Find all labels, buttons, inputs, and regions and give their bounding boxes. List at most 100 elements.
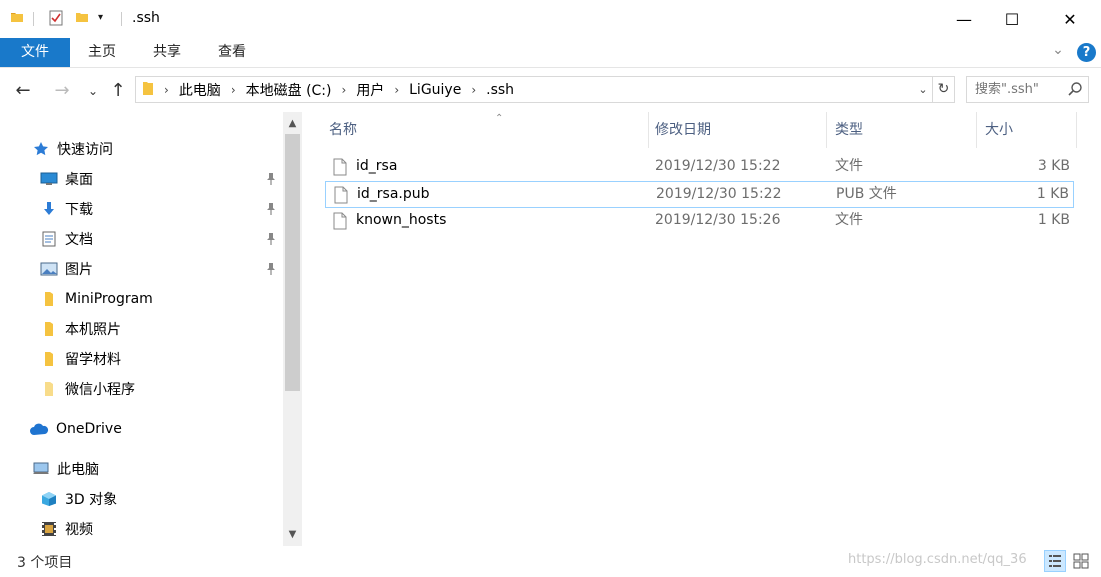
file-date: 2019/12/30 15:22 xyxy=(655,158,781,174)
breadcrumb-separator[interactable]: › xyxy=(394,83,399,97)
sidebar-item-this-pc[interactable]: 此电脑 xyxy=(0,455,283,483)
refresh-button[interactable]: ↻ xyxy=(932,77,954,102)
navigation-scrollbar[interactable]: ▲ ▼ xyxy=(283,112,302,546)
title-divider xyxy=(121,12,122,26)
file-name: id_rsa xyxy=(356,158,398,174)
status-bar: 3 个项目 https://blog.csdn.net/qq_36 xyxy=(0,546,1101,577)
back-button[interactable]: ← xyxy=(12,80,34,102)
sidebar-item-label: 本机照片 xyxy=(65,322,121,338)
breadcrumb-separator[interactable]: › xyxy=(342,83,347,97)
sidebar-item-documents[interactable]: 文档 xyxy=(0,225,283,253)
folder-icon xyxy=(40,291,58,307)
sidebar-item-study-abroad[interactable]: 留学材料 xyxy=(0,345,283,373)
address-bar[interactable]: › 此电脑 › 本地磁盘 (C:) › 用户 › LiGuiye › .ssh … xyxy=(135,76,955,103)
sidebar-item-label: 此电脑 xyxy=(57,462,99,478)
breadcrumb-liguiye[interactable]: LiGuiye xyxy=(409,82,461,98)
pin-icon[interactable] xyxy=(265,172,277,186)
tab-home[interactable]: 主页 xyxy=(70,38,134,67)
breadcrumb-separator[interactable]: › xyxy=(471,83,476,97)
scroll-up-icon[interactable]: ▲ xyxy=(283,114,302,133)
sidebar-item-onedrive[interactable]: OneDrive xyxy=(0,415,283,443)
sidebar-item-desktop[interactable]: 桌面 xyxy=(0,165,283,193)
navigation-pane: 快速访问 桌面 下载 文档 图片 MiniProgram 本机照片 留学材料 微… xyxy=(0,112,303,546)
tab-view[interactable]: 查看 xyxy=(200,38,264,67)
navigation-bar: ← → ⌄ ↑ › 此电脑 › 本地磁盘 (C:) › 用户 › LiGuiye… xyxy=(0,68,1101,112)
sidebar-item-videos[interactable]: 视频 xyxy=(0,515,283,543)
sidebar-item-downloads[interactable]: 下载 xyxy=(0,195,283,223)
sidebar-item-label: 文档 xyxy=(65,232,93,248)
search-input[interactable] xyxy=(967,77,1067,102)
forward-button[interactable]: → xyxy=(51,80,73,102)
item-count: 3 个项目 xyxy=(17,555,73,571)
details-view-button[interactable] xyxy=(1044,550,1066,572)
file-row-id-rsa[interactable]: id_rsa 2019/12/30 15:22 文件 3 KB xyxy=(325,154,1074,181)
column-header-type[interactable]: 类型 xyxy=(827,112,977,148)
file-type: 文件 xyxy=(835,158,863,174)
maximize-button[interactable]: ☐ xyxy=(989,0,1035,38)
pin-icon[interactable] xyxy=(265,232,277,246)
minimize-button[interactable]: — xyxy=(941,0,987,38)
breadcrumb-ssh[interactable]: .ssh xyxy=(486,82,514,98)
column-header-size[interactable]: 大小 xyxy=(977,112,1077,148)
file-icon xyxy=(334,186,348,203)
customize-toolbar-icon[interactable]: ▾ xyxy=(98,12,103,23)
address-dropdown-button[interactable]: ⌄ xyxy=(914,79,932,100)
help-button[interactable]: ? xyxy=(1077,43,1096,62)
watermark-text: https://blog.csdn.net/qq_36 xyxy=(848,552,1027,567)
file-icon xyxy=(333,158,347,175)
pin-icon[interactable] xyxy=(265,262,277,276)
search-box[interactable] xyxy=(966,76,1089,103)
tab-file[interactable]: 文件 xyxy=(0,38,70,67)
expand-ribbon-icon[interactable]: ⌄ xyxy=(1049,42,1067,60)
file-name: known_hosts xyxy=(356,212,447,228)
search-icon[interactable] xyxy=(1067,81,1083,97)
sidebar-item-quick-access[interactable]: 快速访问 xyxy=(0,135,283,163)
sidebar-item-wechat-miniprogram[interactable]: 微信小程序 xyxy=(0,375,283,403)
column-header-name[interactable]: 名称 ⌃ xyxy=(321,112,649,148)
up-button[interactable]: ↑ xyxy=(107,80,129,102)
cube-icon xyxy=(40,491,58,507)
pin-icon[interactable] xyxy=(265,202,277,216)
breadcrumb-this-pc[interactable]: 此电脑 xyxy=(179,80,221,100)
sidebar-item-label: 桌面 xyxy=(65,172,93,188)
breadcrumb-users[interactable]: 用户 xyxy=(356,80,384,100)
sidebar-item-pictures[interactable]: 图片 xyxy=(0,255,283,283)
sidebar-item-label: OneDrive xyxy=(56,421,122,437)
breadcrumb-local-disk[interactable]: 本地磁盘 (C:) xyxy=(246,80,332,100)
details-view-icon xyxy=(1049,555,1061,567)
file-list: 名称 ⌃ 修改日期 类型 大小 id_rsa 2019/12/30 15:22 … xyxy=(303,112,1101,546)
file-row-known-hosts[interactable]: known_hosts 2019/12/30 15:26 文件 1 KB xyxy=(325,208,1074,235)
ribbon: 文件 主页 共享 查看 ⌄ ? xyxy=(0,38,1101,68)
new-folder-icon[interactable] xyxy=(75,10,89,28)
star-icon xyxy=(32,141,50,157)
recent-locations-button[interactable]: ⌄ xyxy=(82,80,104,102)
window-title: .ssh xyxy=(132,10,160,26)
file-name-cell: id_rsa xyxy=(333,154,397,179)
scroll-down-icon[interactable]: ▼ xyxy=(283,525,302,544)
sidebar-item-miniprogram[interactable]: MiniProgram xyxy=(0,285,283,313)
close-icon: ✕ xyxy=(1063,9,1077,29)
sidebar-item-3d-objects[interactable]: 3D 对象 xyxy=(0,485,283,513)
picture-icon xyxy=(40,261,58,277)
file-row-id-rsa-pub[interactable]: id_rsa.pub 2019/12/30 15:22 PUB 文件 1 KB xyxy=(325,181,1074,208)
file-icon xyxy=(333,212,347,229)
column-header-date[interactable]: 修改日期 xyxy=(647,112,827,148)
folder-icon[interactable] xyxy=(10,10,24,28)
properties-icon[interactable] xyxy=(49,10,63,30)
folder-icon xyxy=(142,80,154,100)
file-size: 1 KB xyxy=(1037,212,1070,228)
file-name-cell: known_hosts xyxy=(333,208,446,233)
sidebar-item-label: 微信小程序 xyxy=(65,382,135,398)
breadcrumb-separator[interactable]: › xyxy=(231,83,236,97)
breadcrumb-separator: › xyxy=(164,82,169,97)
close-button[interactable]: ✕ xyxy=(1047,0,1093,38)
download-icon xyxy=(40,201,58,217)
sidebar-item-local-photos[interactable]: 本机照片 xyxy=(0,315,283,343)
cloud-icon xyxy=(29,421,49,437)
scrollbar-thumb[interactable] xyxy=(285,134,300,391)
file-date: 2019/12/30 15:26 xyxy=(655,212,781,228)
tab-share[interactable]: 共享 xyxy=(134,38,200,67)
large-icons-view-button[interactable] xyxy=(1070,550,1092,572)
video-icon xyxy=(40,521,58,537)
large-icons-view-icon xyxy=(1073,553,1089,569)
